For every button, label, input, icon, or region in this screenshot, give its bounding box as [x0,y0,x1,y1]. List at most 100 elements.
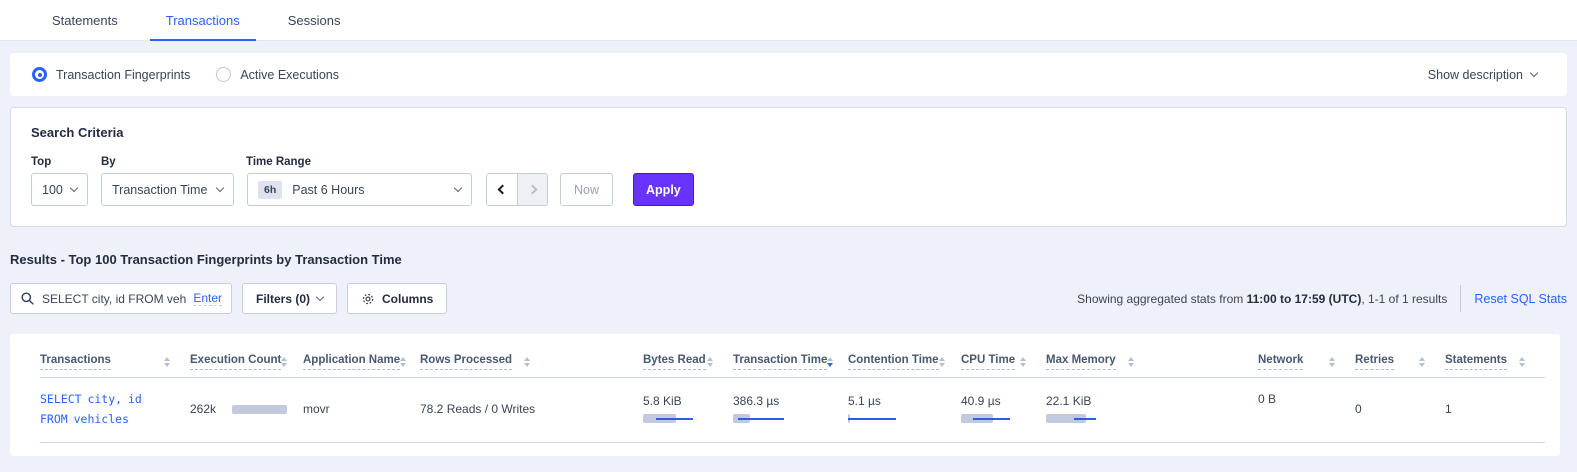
cell-retries: 0 [1355,378,1445,443]
radio-transaction-fingerprints[interactable]: Transaction Fingerprints [32,67,190,82]
by-label: By [101,156,246,168]
sort-icon[interactable] [164,357,170,367]
stats-suffix: , 1-1 of 1 results [1361,292,1447,306]
bytes-read-value: 5.8 KiB [643,394,723,408]
results-table-card: Transactions Execution Count Application… [10,334,1560,456]
aggregated-stats-text: Showing aggregated stats from 11:00 to 1… [1077,292,1447,306]
gear-icon [361,292,375,306]
sort-icon[interactable] [1020,357,1026,367]
cell-application-name: movr [303,378,420,443]
time-range-label: Time Range [246,156,311,168]
sort-icon[interactable] [939,357,945,367]
time-nav-group [486,173,548,206]
col-header-transactions[interactable]: Transactions [40,344,190,378]
tab-sessions[interactable]: Sessions [264,0,365,40]
view-toggle-bar: Transaction Fingerprints Active Executio… [10,53,1567,96]
radio-active-executions[interactable]: Active Executions [216,67,339,82]
top-select[interactable]: 100 [31,173,88,206]
transaction-query-link[interactable]: SELECT city, id FROM vehicles [40,392,142,426]
col-header-network[interactable]: Network [1258,344,1355,378]
top-label: Top [31,156,101,168]
max-memory-bar [1046,414,1248,424]
now-button[interactable]: Now [560,173,613,206]
chevron-down-icon [316,293,324,301]
filters-label: Filters (0) [256,292,310,306]
col-header-transaction-time[interactable]: Transaction Time [733,344,848,378]
chevron-down-icon [454,184,462,192]
cell-statements: 1 [1445,378,1545,443]
chevron-down-icon [216,184,224,192]
filters-button[interactable]: Filters (0) [242,283,337,314]
chevron-down-icon [1530,69,1538,77]
col-header-max-memory[interactable]: Max Memory [1046,344,1258,378]
time-prev-button[interactable] [487,174,517,205]
search-enter-button[interactable]: Enter [193,291,222,306]
sql-search-input[interactable] [42,292,187,306]
col-header-bytes-read[interactable]: Bytes Read [643,344,733,378]
col-header-application-name[interactable]: Application Name [303,344,420,378]
radio-unselected-icon[interactable] [216,67,231,82]
stats-prefix: Showing aggregated stats from [1077,292,1246,306]
by-select-value: Transaction Time [112,183,207,197]
col-header-statements[interactable]: Statements [1445,344,1545,378]
chevron-right-icon [528,185,538,195]
tab-transactions[interactable]: Transactions [142,0,264,40]
columns-button[interactable]: Columns [347,283,447,314]
sort-icon[interactable] [1419,357,1425,367]
col-header-execution-count[interactable]: Execution Count [190,344,303,378]
col-header-cpu-time[interactable]: CPU Time [961,344,1046,378]
cell-cpu-time: 40.9 µs [961,378,1046,443]
table-header-row: Transactions Execution Count Application… [40,344,1545,378]
vertical-divider [1460,285,1461,312]
sort-icon[interactable] [827,357,833,367]
page-tabbar: Statements Transactions Sessions [0,0,1577,41]
results-controls-row: Enter Filters (0) Columns Showing aggreg… [10,283,1567,314]
cell-network: 0 B [1258,378,1355,443]
stats-time-range: 11:00 to 17:59 (UTC) [1247,292,1362,306]
col-header-contention-time[interactable]: Contention Time [848,344,961,378]
top-select-value: 100 [42,183,63,197]
contention-time-bar [848,414,951,424]
radio-selected-icon[interactable] [32,67,47,82]
max-memory-value: 22.1 KiB [1046,394,1248,408]
columns-label: Columns [382,292,433,306]
time-next-button[interactable] [517,174,547,205]
transaction-time-value: 386.3 µs [733,394,838,408]
sort-icon[interactable] [1329,357,1335,367]
show-description-label: Show description [1428,68,1523,82]
tab-statements[interactable]: Statements [28,0,142,40]
table-row: SELECT city, id FROM vehicles 262k movr … [40,378,1545,443]
sort-icon[interactable] [1128,357,1134,367]
sort-icon[interactable] [1519,357,1525,367]
criteria-controls-row: 100 Transaction Time 6h Past 6 Hours Now… [31,173,1546,206]
execution-count-value: 262k [190,402,216,416]
col-header-rows-processed[interactable]: Rows Processed [420,344,643,378]
results-heading: Results - Top 100 Transaction Fingerprin… [10,252,1567,267]
cell-rows-processed: 78.2 Reads / 0 Writes [420,378,643,443]
time-range-select[interactable]: 6h Past 6 Hours [247,173,472,206]
search-criteria-panel: Search Criteria Top By Time Range 100 Tr… [10,107,1567,227]
time-range-badge: 6h [258,181,282,199]
by-select[interactable]: Transaction Time [101,173,234,206]
col-header-retries[interactable]: Retries [1355,344,1445,378]
cell-transaction-time: 386.3 µs [733,378,848,443]
bytes-read-bar [643,414,723,424]
chevron-left-icon [497,185,507,195]
reset-sql-stats-link[interactable]: Reset SQL Stats [1474,292,1567,306]
sort-icon[interactable] [400,357,406,367]
sql-search-box[interactable]: Enter [10,283,232,314]
show-description-toggle[interactable]: Show description [1428,68,1545,82]
radio-label: Transaction Fingerprints [56,68,190,82]
cell-contention-time: 5.1 µs [848,378,961,443]
apply-button[interactable]: Apply [633,173,694,206]
sort-icon[interactable] [524,357,530,367]
cell-execution-count: 262k [190,378,303,443]
cpu-time-value: 40.9 µs [961,394,1036,408]
contention-time-value: 5.1 µs [848,394,951,408]
sort-icon[interactable] [281,357,287,367]
sort-icon[interactable] [707,357,713,367]
criteria-labels-row: Top By Time Range [31,156,1546,168]
transaction-time-bar [733,414,838,424]
search-icon [20,291,35,306]
chevron-down-icon [70,184,78,192]
